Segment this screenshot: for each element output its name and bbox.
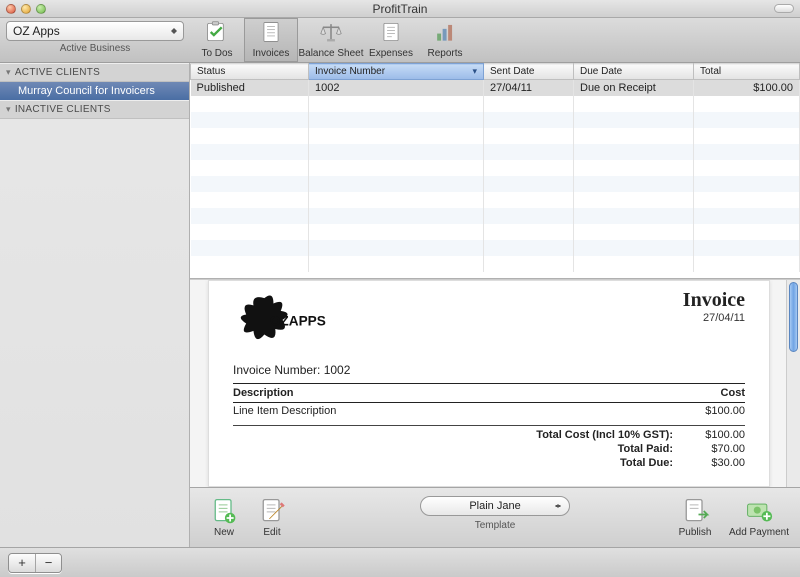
company-logo: OZAPPS [233,289,343,349]
new-invoice-button[interactable]: New [200,497,248,538]
sidebar-section-header[interactable]: ACTIVE CLIENTS [0,63,189,82]
titlebar: ProfitTrain [0,0,800,18]
logo-text: OZAPPS [270,314,326,329]
invoice-table: StatusInvoice NumberSent DateDue DateTot… [190,63,800,279]
table-row-empty [191,208,800,224]
close-window-button[interactable] [6,4,16,14]
toolbar-expenses-button[interactable]: Expenses [364,18,418,62]
business-selector[interactable]: OZ Apps [6,21,184,41]
summary-total-due: $30.00 [685,457,745,469]
column-sent[interactable]: Sent Date [484,64,574,80]
business-selector-value: OZ Apps [13,24,60,38]
sidebar: ACTIVE CLIENTSMurray Council for Invoice… [0,63,190,547]
edit-invoice-label: Edit [263,527,280,538]
summary-total-cost: $100.00 [685,429,745,441]
table-row[interactable]: Published100227/04/11Due on Receipt$100.… [191,80,800,97]
balance-icon [318,21,344,46]
toolbar-reports-label: Reports [427,48,462,59]
main-area: StatusInvoice NumberSent DateDue DateTot… [190,63,800,547]
add-client-button[interactable]: + [9,554,35,572]
toolbar-invoices-label: Invoices [253,48,290,59]
column-status[interactable]: Status [191,64,309,80]
footer: + − [0,547,800,577]
summary-total-cost-label: Total Cost (Incl 10% GST): [536,429,673,441]
table-row-empty [191,224,800,240]
table-row-empty [191,160,800,176]
expenses-icon [378,21,404,46]
remove-client-button[interactable]: − [35,554,61,572]
table-row-empty [191,96,800,112]
business-selector-label: Active Business [6,43,184,54]
money-plus-icon [744,497,774,525]
zoom-window-button[interactable] [36,4,46,14]
add-payment-label: Add Payment [729,527,789,538]
toolbar-expenses-label: Expenses [369,48,413,59]
cell-due: Due on Receipt [574,80,694,97]
table-row-empty [191,144,800,160]
toolbar: OZ Apps Active Business To Dos Invoices Ba… [0,18,800,63]
preview-invoice-number: Invoice Number: 1002 [233,363,745,377]
preview-date: 27/04/11 [683,312,745,324]
line-cost: $100.00 [665,403,745,420]
column-due[interactable]: Due Date [574,64,694,80]
cell-sent: 27/04/11 [484,80,574,97]
table-row-empty [191,112,800,128]
table-row-empty [191,192,800,208]
document-pencil-icon [257,497,287,525]
preview-title: Invoice [683,289,745,312]
scrollbar-thumb[interactable] [789,282,798,352]
toolbar-invoices-button[interactable]: Invoices [244,18,298,62]
cell-status: Published [191,80,309,97]
invoices-icon [258,21,284,46]
publish-button[interactable]: Publish [664,497,726,538]
table-row-empty [191,128,800,144]
window-title: ProfitTrain [0,2,800,16]
add-payment-button[interactable]: Add Payment [728,497,790,538]
reports-icon [432,21,458,46]
window-controls [6,4,46,14]
toolbar-balance-button[interactable]: Balance Sheet [298,18,364,62]
preview-col-description: Description [233,384,665,403]
bottombar: New Edit Plain Jane Template [190,487,800,547]
toolbar-todos-button[interactable]: To Dos [190,18,244,62]
add-remove-segment: + − [8,553,62,573]
cell-total: $100.00 [694,80,800,97]
business-selector-area: OZ Apps Active Business [0,18,190,62]
cell-number: 1002 [309,80,484,97]
line-description: Line Item Description [233,403,665,420]
minimize-window-button[interactable] [21,4,31,14]
template-selector-value: Plain Jane [469,500,520,512]
column-total[interactable]: Total [694,64,800,80]
todos-icon [204,21,230,46]
preview-scrollbar[interactable] [786,280,800,487]
sidebar-client-item[interactable]: Murray Council for Invoicers [0,82,189,100]
summary-total-paid: $70.00 [685,443,745,455]
publish-label: Publish [679,527,712,538]
template-selector[interactable]: Plain Jane [420,496,570,516]
template-selector-label: Template [420,520,570,531]
sidebar-section-header[interactable]: INACTIVE CLIENTS [0,100,189,119]
table-row-empty [191,176,800,192]
toolbar-balance-label: Balance Sheet [298,48,363,59]
summary-total-paid-label: Total Paid: [618,443,673,455]
toolbar-toggle-button[interactable] [774,4,794,13]
edit-invoice-button[interactable]: Edit [248,497,296,538]
toolbar-todos-label: To Dos [201,48,232,59]
summary-total-due-label: Total Due: [620,457,673,469]
toolbar-reports-button[interactable]: Reports [418,18,472,62]
table-row-empty [191,240,800,256]
preview-col-cost: Cost [665,384,745,403]
new-invoice-label: New [214,527,234,538]
invoice-preview: OZAPPS Invoice 27/04/11 Invoice Number: … [190,279,800,487]
document-plus-icon [209,497,239,525]
document-arrow-icon [680,497,710,525]
table-row-empty [191,256,800,272]
preview-line-item: Line Item Description$100.00 [233,403,745,420]
column-number[interactable]: Invoice Number [309,64,484,80]
